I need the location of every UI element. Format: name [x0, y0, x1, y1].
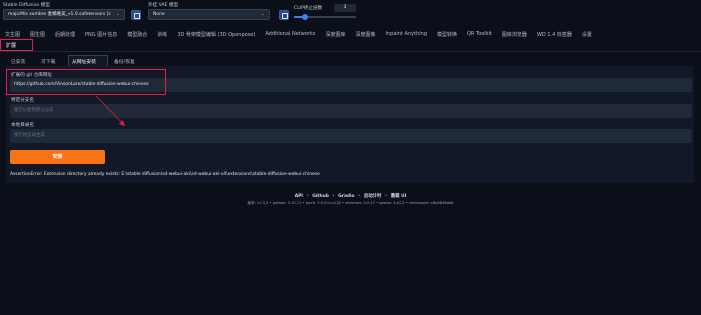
footer-github-link[interactable]: Github [312, 194, 329, 199]
footer-reload-ui-link[interactable]: 重载 UI [391, 194, 407, 199]
footer-version-info: 版本: v1.3.2 • python: 3.10.11 • torch: 2.… [247, 201, 454, 205]
footer-api-link[interactable]: API [295, 194, 303, 199]
footer-gradio-link[interactable]: Gradio [338, 194, 354, 199]
error-message: AssertionError: Extension directory alre… [10, 172, 320, 177]
annotation-arrow [95, 95, 126, 127]
footer-links: API • Github • Gradio • 启动计时 • 重载 UI [294, 193, 407, 199]
footer-startup-profile-link[interactable]: 启动计时 [364, 194, 382, 199]
